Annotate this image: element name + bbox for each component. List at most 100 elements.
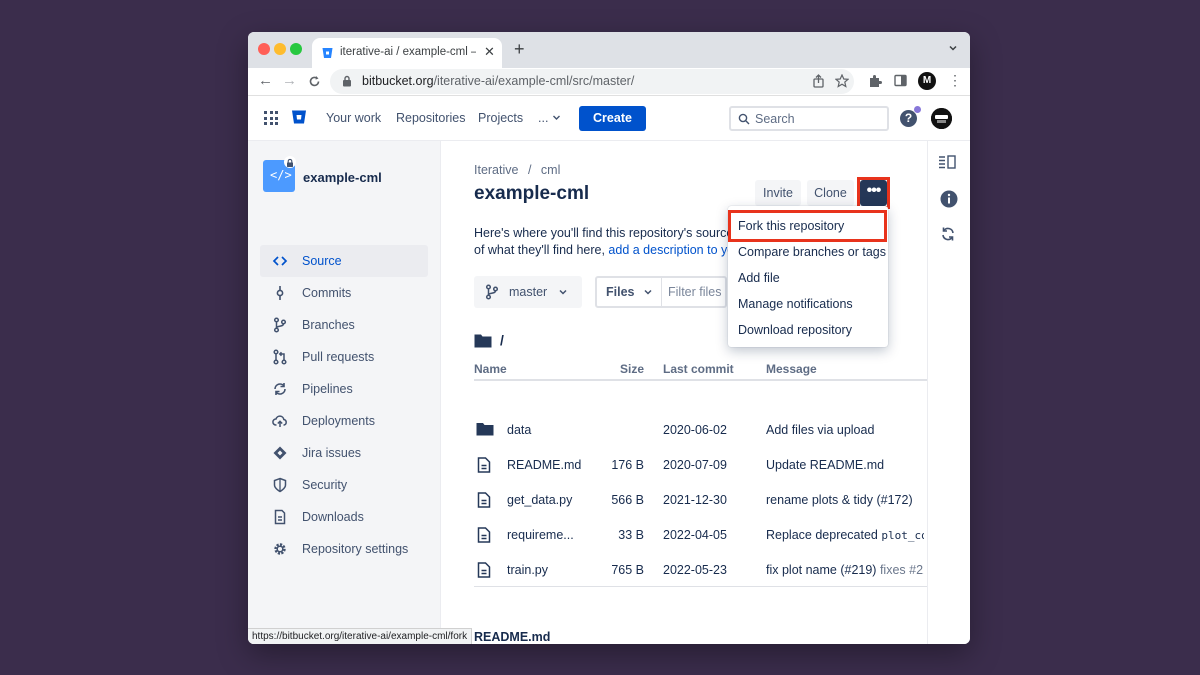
url-text: bitbucket.org/iterative-ai/example-cml/s…	[362, 74, 635, 88]
menu-item-download[interactable]: Download repository	[728, 317, 888, 343]
folder-icon	[476, 423, 494, 436]
file-icon	[477, 492, 491, 508]
sidebar-item-downloads[interactable]: Downloads	[260, 501, 428, 533]
commit-message[interactable]: Update README.md	[766, 458, 924, 472]
file-icon	[477, 457, 491, 473]
filter-files-input[interactable]: Filter files	[668, 285, 721, 299]
current-path: /	[500, 332, 504, 348]
commit-message[interactable]: fix plot name (#219) fixes #218	[766, 563, 924, 577]
file-icon	[477, 562, 491, 578]
info-icon[interactable]	[940, 190, 958, 208]
user-avatar[interactable]	[931, 108, 952, 129]
file-name[interactable]: train.py	[507, 563, 548, 577]
tab-bar: iterative-ai / example-cml — Bitbucket ✕…	[248, 32, 970, 68]
files-dropdown[interactable]: Files	[606, 285, 635, 299]
private-lock-icon	[284, 156, 296, 168]
notification-dot	[914, 106, 921, 113]
toggle-sidebar-icon[interactable]	[938, 155, 956, 169]
table-row[interactable]: get_data.py 566 B 2021-12-30 rename plot…	[474, 482, 927, 517]
column-header-name[interactable]: Name	[474, 362, 507, 376]
sidebar-item-commits[interactable]: Commits	[260, 277, 428, 309]
tab-list-chevron-icon[interactable]	[948, 43, 958, 53]
url-field[interactable]: bitbucket.org/iterative-ai/example-cml/s…	[330, 69, 854, 94]
sidebar-item-pull-requests[interactable]: Pull requests	[260, 341, 428, 373]
sync-icon[interactable]	[940, 226, 956, 242]
branch-selector[interactable]: master	[474, 276, 582, 308]
table-row[interactable]: README.md 176 B 2020-07-09 Update README…	[474, 447, 927, 482]
create-button[interactable]: Create	[579, 106, 646, 131]
readme-heading: README.md	[474, 630, 551, 644]
column-header-size[interactable]: Size	[620, 362, 644, 376]
sidebar-item-repository-settings[interactable]: Repository settings	[260, 533, 428, 565]
app-switcher-icon[interactable]	[264, 111, 278, 125]
commit-date: 2022-05-23	[663, 563, 727, 577]
browser-tab[interactable]: iterative-ai / example-cml — Bitbucket ✕	[312, 38, 502, 68]
status-url: https://bitbucket.org/iterative-ai/examp…	[248, 628, 473, 644]
bookmark-star-icon[interactable]	[835, 74, 849, 88]
repo-sidebar: </> example-cml Source Commits Branches …	[248, 141, 441, 644]
menu-item-add-file[interactable]: Add file	[728, 265, 888, 291]
close-window-button[interactable]	[258, 43, 270, 55]
browser-menu-icon[interactable]: ⋮	[948, 72, 962, 89]
maximize-window-button[interactable]	[290, 43, 302, 55]
table-row[interactable]: train.py 765 B 2022-05-23 fix plot name …	[474, 552, 927, 587]
new-tab-icon[interactable]: +	[514, 39, 525, 60]
sidebar-item-deployments[interactable]: Deployments	[260, 405, 428, 437]
issue-link[interactable]: fixes #218	[880, 563, 924, 577]
search-input[interactable]: Search	[729, 106, 889, 131]
add-description-link[interactable]: add a description to your repository	[608, 243, 734, 257]
code-snippet: plot_confusion_matrix	[881, 529, 924, 542]
tab-title: iterative-ai / example-cml — Bitbucket	[340, 46, 476, 58]
bitbucket-logo-icon[interactable]	[291, 109, 307, 125]
file-name[interactable]: get_data.py	[507, 493, 572, 507]
commit-date: 2021-12-30	[663, 493, 727, 507]
chevron-down-icon[interactable]	[643, 287, 653, 297]
table-row[interactable]: data 2020-06-02 Add files via upload	[474, 412, 927, 447]
reload-icon[interactable]	[308, 75, 321, 88]
side-panel-icon[interactable]	[894, 74, 907, 87]
sidebar-item-branches[interactable]: Branches	[260, 309, 428, 341]
commit-message[interactable]: rename plots & tidy (#172)	[766, 493, 924, 507]
file-name[interactable]: data	[507, 423, 531, 437]
commit-message[interactable]: Add files via upload	[766, 423, 924, 437]
back-arrow-icon[interactable]: ←	[258, 72, 273, 89]
nav-your-work[interactable]: Your work	[326, 111, 381, 125]
sidebar-item-source[interactable]: Source	[260, 245, 428, 277]
nav-more[interactable]: ...	[538, 111, 561, 125]
help-icon[interactable]: ?	[900, 110, 917, 127]
sidebar-item-security[interactable]: Security	[260, 469, 428, 501]
sidebar-item-jira-issues[interactable]: Jira issues	[260, 437, 428, 469]
highlight-box	[857, 177, 890, 209]
forward-arrow-icon[interactable]: →	[282, 72, 297, 89]
commit-icon	[276, 286, 284, 300]
column-header-last-commit[interactable]: Last commit	[663, 362, 734, 376]
extensions-puzzle-icon[interactable]	[868, 74, 882, 88]
table-row[interactable]: requireme... 33 B 2022-04-05 Replace dep…	[474, 517, 927, 552]
column-header-message[interactable]: Message	[766, 362, 817, 376]
highlight-box	[728, 210, 887, 242]
profile-avatar[interactable]: M	[918, 72, 936, 90]
menu-item-compare[interactable]: Compare branches or tags	[728, 239, 888, 265]
nav-repositories[interactable]: Repositories	[396, 111, 465, 125]
file-size: 765 B	[611, 563, 644, 577]
commit-message[interactable]: Replace deprecated plot_confusion_matrix	[766, 528, 924, 542]
minimize-window-button[interactable]	[274, 43, 286, 55]
file-name[interactable]: README.md	[507, 458, 581, 472]
address-bar: ← → bitbucket.org/iterative-ai/example-c…	[248, 68, 970, 96]
menu-item-manage-notifications[interactable]: Manage notifications	[728, 291, 888, 317]
file-name[interactable]: requireme...	[507, 528, 574, 542]
clone-button[interactable]: Clone	[807, 180, 854, 206]
invite-button[interactable]: Invite	[755, 180, 801, 206]
sidebar-item-pipelines[interactable]: Pipelines	[260, 373, 428, 405]
share-icon[interactable]	[812, 74, 825, 88]
pull-request-icon	[273, 349, 287, 365]
file-size: 566 B	[611, 493, 644, 507]
breadcrumb-workspace[interactable]: Iterative	[474, 163, 518, 177]
nav-projects[interactable]: Projects	[478, 111, 523, 125]
files-filter: Files Filter files	[595, 276, 727, 308]
repo-name[interactable]: example-cml	[303, 170, 382, 185]
pipelines-icon	[274, 383, 286, 395]
file-icon	[477, 527, 491, 543]
tab-close-icon[interactable]: ✕	[484, 44, 495, 60]
breadcrumb-project[interactable]: cml	[541, 163, 560, 177]
